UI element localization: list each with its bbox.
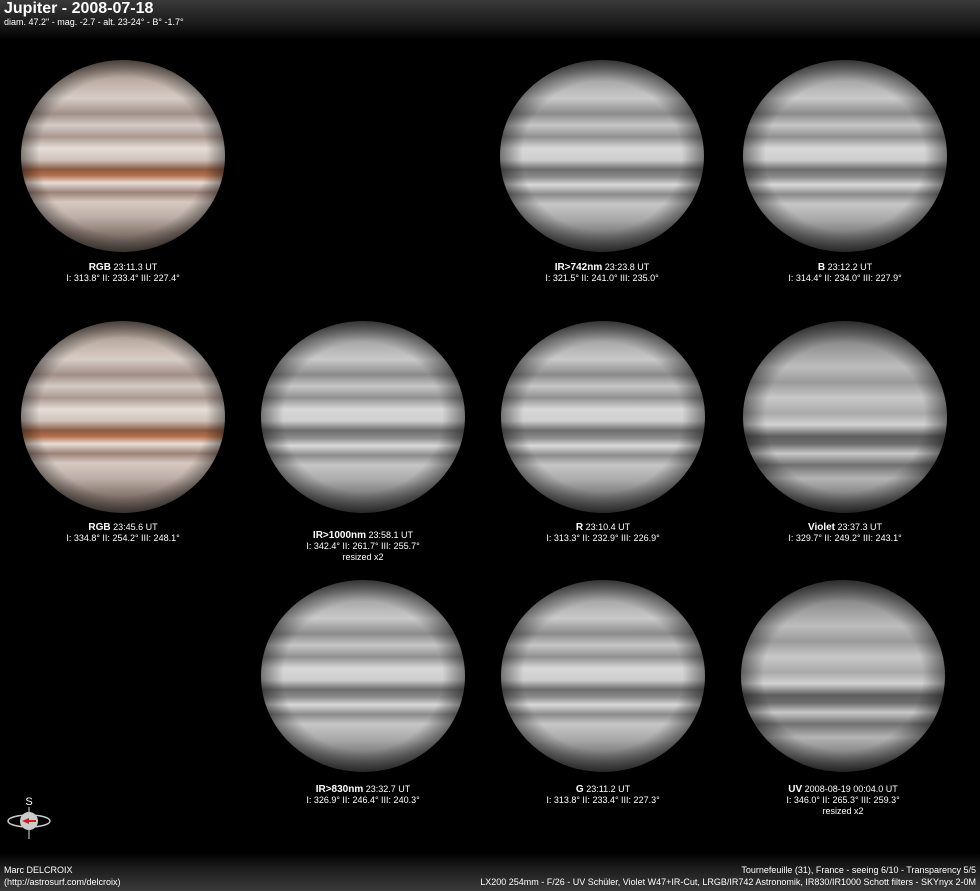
jupiter-image-r (501, 321, 705, 513)
longitudes-label: I: 329.7° II: 249.2° III: 243.1° (788, 533, 902, 543)
filter-label: Violet (807, 522, 835, 533)
time-label: 23:10.4 UT (585, 522, 631, 532)
filter-label: G (575, 784, 584, 795)
time-label: 23:58.1 UT (368, 530, 414, 540)
longitudes-label: I: 313.8° II: 233.4° III: 227.3° (546, 795, 660, 805)
jupiter-image-uv (741, 580, 945, 772)
jupiter-image-b (743, 60, 947, 252)
site-info: Tournefeuille (31), France - seeing 6/10… (741, 865, 976, 875)
jupiter-image-ir830 (261, 580, 465, 772)
jupiter-image-g (501, 580, 705, 772)
time-label: 23:23.8 UT (604, 262, 650, 272)
jupiter-image-ir1000 (261, 321, 465, 513)
jupiter-image-rgb-2 (21, 321, 225, 513)
filter-label: RGB (88, 262, 111, 273)
time-label: 23:12.2 UT (827, 262, 873, 272)
longitudes-label: I: 314.4° II: 234.0° III: 227.9° (788, 273, 902, 283)
caption-uv: UV 2008-08-19 00:04.0 UT I: 346.0° II: 2… (733, 784, 953, 817)
jupiter-image-ir742 (500, 60, 704, 252)
time-label: 23:11.2 UT (586, 784, 631, 794)
time-label: 23:32.7 UT (365, 784, 411, 794)
jupiter-image-violet (743, 321, 947, 513)
filter-label: RGB (88, 522, 111, 533)
author-url: (http://astrosurf.com/delcroix) (4, 877, 121, 887)
time-label: 23:11.3 UT (113, 262, 158, 272)
resize-note: resized x2 (822, 806, 864, 816)
resize-note: resized x2 (342, 552, 384, 562)
caption-ir830: IR>830nm 23:32.7 UT I: 326.9° II: 246.4°… (253, 784, 473, 806)
caption-rgb-2: RGB 23:45.6 UT I: 334.8° II: 254.2° III:… (13, 522, 233, 544)
filter-label: IR>1000nm (312, 530, 367, 541)
jupiter-image-rgb-1 (21, 60, 225, 252)
longitudes-label: I: 346.0° II: 265.3° III: 259.3° (786, 795, 900, 805)
caption-r: R 23:10.4 UT I: 313.3° II: 232.9° III: 2… (493, 522, 713, 544)
time-label: 23:37.3 UT (837, 522, 883, 532)
header-bar: Jupiter - 2008-07-18 diam. 47.2" - mag. … (0, 0, 980, 40)
author-name: Marc DELCROIX (4, 865, 73, 875)
orientation-compass-icon: S (7, 796, 51, 839)
time-label: 23:45.6 UT (113, 522, 158, 532)
longitudes-label: I: 326.9° II: 246.4° III: 240.3° (306, 795, 420, 805)
longitudes-label: I: 313.3° II: 232.9° III: 226.9° (546, 533, 660, 543)
page-title: Jupiter - 2008-07-18 (4, 0, 154, 17)
time-label: 2008-08-19 00:04.0 UT (804, 784, 898, 794)
longitudes-label: I: 313.8° II: 233.4° III: 227.4° (66, 273, 180, 283)
caption-b: B 23:12.2 UT I: 314.4° II: 234.0° III: 2… (735, 262, 955, 284)
longitudes-label: I: 342.4° II: 261.7° III: 255.7° (306, 541, 420, 551)
filter-label: UV (788, 784, 803, 795)
compass-south-label: S (25, 796, 32, 808)
filter-label: B (817, 262, 826, 273)
caption-g: G 23:11.2 UT I: 313.8° II: 233.4° III: 2… (493, 784, 713, 806)
caption-violet: Violet 23:37.3 UT I: 329.7° II: 249.2° I… (735, 522, 955, 544)
filter-label: IR>830nm (315, 784, 364, 795)
longitudes-label: I: 334.8° II: 254.2° III: 248.1° (66, 533, 180, 543)
footer-bar: Marc DELCROIX (http://astrosurf.com/delc… (0, 853, 980, 891)
page-subtitle: diam. 47.2" - mag. -2.7 - alt. 23-24° - … (4, 17, 184, 27)
caption-ir742: IR>742nm 23:23.8 UT I: 321.5° II: 241.0°… (492, 262, 712, 284)
caption-rgb-1: RGB 23:11.3 UT I: 313.8° II: 233.4° III:… (13, 262, 233, 284)
longitudes-label: I: 321.5° II: 241.0° III: 235.0° (545, 273, 659, 283)
filter-label: R (575, 522, 584, 533)
equipment-info: LX200 254mm - F/26 - UV Schüler, Violet … (480, 877, 976, 887)
filter-label: IR>742nm (554, 262, 603, 273)
caption-ir1000: IR>1000nm 23:58.1 UT I: 342.4° II: 261.7… (253, 530, 473, 563)
